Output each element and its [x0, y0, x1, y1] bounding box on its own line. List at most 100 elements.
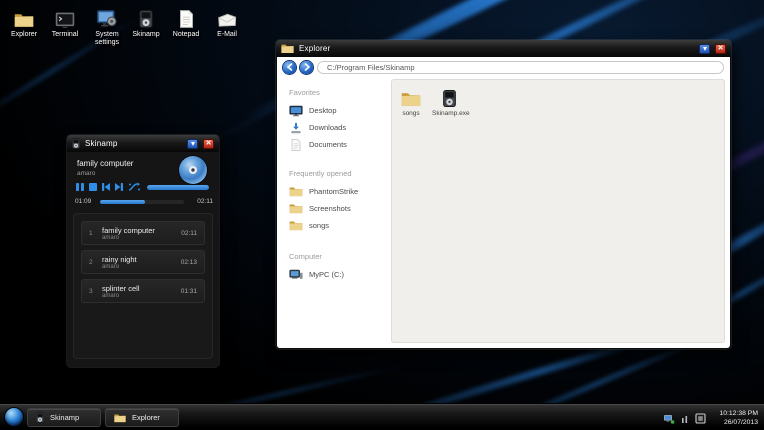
previous-icon: [101, 182, 111, 192]
seek-bar[interactable]: [100, 200, 184, 204]
sidebar-item-label: MyPC (C:): [309, 270, 344, 279]
arrow-right-icon: [303, 63, 311, 71]
terminal-icon: [43, 8, 87, 28]
desktop-icon-system-settings[interactable]: System settings: [85, 8, 129, 47]
track-artist: amaro: [102, 293, 119, 299]
computer-icon: [289, 269, 303, 280]
sidebar-section-header: Frequently opened: [289, 169, 389, 178]
address-bar[interactable]: [317, 61, 724, 74]
elapsed-time: 01:09: [75, 198, 91, 205]
taskbar-clock[interactable]: 10:12:38 PM 26/07/2013: [719, 409, 758, 427]
network-tray-icon[interactable]: [663, 414, 675, 424]
window-title: Skinamp: [85, 139, 182, 148]
folder-icon: [394, 88, 428, 107]
arrow-left-icon: [286, 63, 294, 71]
pause-button[interactable]: [75, 182, 85, 192]
explorer-content-area: songs Skinamp.exe: [391, 79, 725, 343]
skinamp-icon: [72, 138, 80, 149]
close-button[interactable]: ✕: [203, 139, 214, 149]
desktop: Explorer Terminal System settings Skinam…: [0, 0, 764, 430]
track-title: splinter cell: [102, 284, 140, 293]
desktop-icon-email[interactable]: E-Mail: [205, 8, 249, 39]
taskbar: Skinamp Explorer 10:12:38 PM 26/07/2013: [0, 403, 764, 430]
sidebar-item-label: Downloads: [309, 123, 346, 132]
stop-icon: [88, 182, 98, 192]
close-icon: ✕: [206, 140, 212, 147]
sidebar-item-phantomstrike[interactable]: PhantomStrike: [289, 183, 389, 200]
clock-date: 26/07/2013: [719, 418, 758, 427]
file-skinamp-exe[interactable]: Skinamp.exe: [432, 88, 466, 117]
email-icon: [205, 8, 249, 28]
folder-icon: [281, 43, 294, 54]
desktop-icon-label: Explorer: [2, 31, 46, 39]
system-tray: [663, 413, 706, 424]
folder-icon: [289, 203, 303, 214]
explorer-sidebar: Favorites Desktop Downloads Documents Fr…: [277, 78, 389, 348]
sidebar-item-documents[interactable]: Documents: [289, 136, 389, 153]
sidebar-item-label: songs: [309, 221, 329, 230]
minimize-button[interactable]: [187, 139, 198, 149]
track-duration: 02:13: [181, 259, 197, 266]
volume-slider[interactable]: [147, 185, 209, 190]
desktop-icon-label: System settings: [85, 31, 129, 47]
playlist-item[interactable]: 3 splinter cell amaro 01:31: [81, 279, 205, 303]
desktop-icon-explorer[interactable]: Explorer: [2, 8, 46, 39]
explorer-window: Explorer ✕ Favorites Desktop Downloads: [276, 40, 731, 349]
sidebar-item-downloads[interactable]: Downloads: [289, 119, 389, 136]
volume-tray-icon[interactable]: [680, 414, 690, 424]
sidebar-item-desktop[interactable]: Desktop: [289, 102, 389, 119]
track-artist: amaro: [102, 264, 119, 270]
sidebar-item-screenshots[interactable]: Screenshots: [289, 200, 389, 217]
track-number: 3: [89, 288, 93, 295]
minimize-arrow-icon: [703, 47, 707, 51]
desktop-icon-label: Notepad: [164, 31, 208, 39]
desktop-icon-terminal[interactable]: Terminal: [43, 8, 87, 39]
taskbar-button-explorer[interactable]: Explorer: [105, 408, 179, 427]
desktop-icon-notepad[interactable]: Notepad: [164, 8, 208, 39]
skinamp-window: Skinamp ✕ family computer amaro 01:09 02…: [67, 135, 219, 367]
desktop-icon-skinamp[interactable]: Skinamp: [124, 8, 168, 39]
desktop-icon-label: E-Mail: [205, 31, 249, 39]
minimize-arrow-icon: [191, 142, 195, 146]
desktop-icon-label: Terminal: [43, 31, 87, 39]
playlist-item[interactable]: 2 rainy night amaro 02:13: [81, 250, 205, 274]
sidebar-section-header: Favorites: [289, 88, 389, 97]
notepad-icon: [164, 8, 208, 28]
explorer-titlebar[interactable]: Explorer ✕: [276, 40, 731, 57]
file-songs-folder[interactable]: songs: [394, 88, 428, 117]
clock-time: 10:12:38 PM: [719, 409, 758, 418]
close-button[interactable]: ✕: [715, 44, 726, 54]
back-button[interactable]: [283, 61, 296, 74]
sidebar-item-label: Desktop: [309, 106, 337, 115]
taskbar-button-label: Skinamp: [50, 413, 79, 422]
stop-button[interactable]: [88, 182, 98, 192]
shuffle-button[interactable]: [128, 182, 141, 192]
folder-icon: [289, 186, 303, 197]
download-icon: [289, 122, 303, 134]
sidebar-section-header: Computer: [289, 252, 389, 261]
folder-icon: [289, 220, 303, 231]
cd-disc-icon: [179, 156, 207, 184]
playlist-item[interactable]: 1 family computer amaro 02:11: [81, 221, 205, 245]
window-title: Explorer: [299, 44, 694, 53]
sidebar-item-songs[interactable]: songs: [289, 217, 389, 234]
document-icon: [289, 139, 303, 151]
skinamp-titlebar[interactable]: Skinamp ✕: [67, 135, 219, 152]
language-tray-icon[interactable]: [695, 413, 706, 424]
now-playing-artist: amaro: [77, 170, 95, 177]
start-button[interactable]: [5, 408, 23, 426]
taskbar-button-skinamp[interactable]: Skinamp: [27, 408, 101, 427]
explorer-body: Favorites Desktop Downloads Documents Fr…: [277, 57, 730, 348]
next-button[interactable]: [114, 182, 124, 192]
sidebar-item-mypc[interactable]: MyPC (C:): [289, 266, 389, 283]
track-duration: 02:11: [181, 230, 197, 237]
playlist-panel: 1 family computer amaro 02:11 2 rainy ni…: [73, 213, 213, 359]
next-icon: [114, 182, 124, 192]
track-title: rainy night: [102, 255, 137, 264]
shuffle-icon: [128, 182, 141, 192]
minimize-button[interactable]: [699, 44, 710, 54]
forward-button[interactable]: [300, 61, 313, 74]
skinamp-icon: [124, 8, 168, 28]
now-playing-title: family computer: [77, 159, 133, 168]
previous-button[interactable]: [101, 182, 111, 192]
